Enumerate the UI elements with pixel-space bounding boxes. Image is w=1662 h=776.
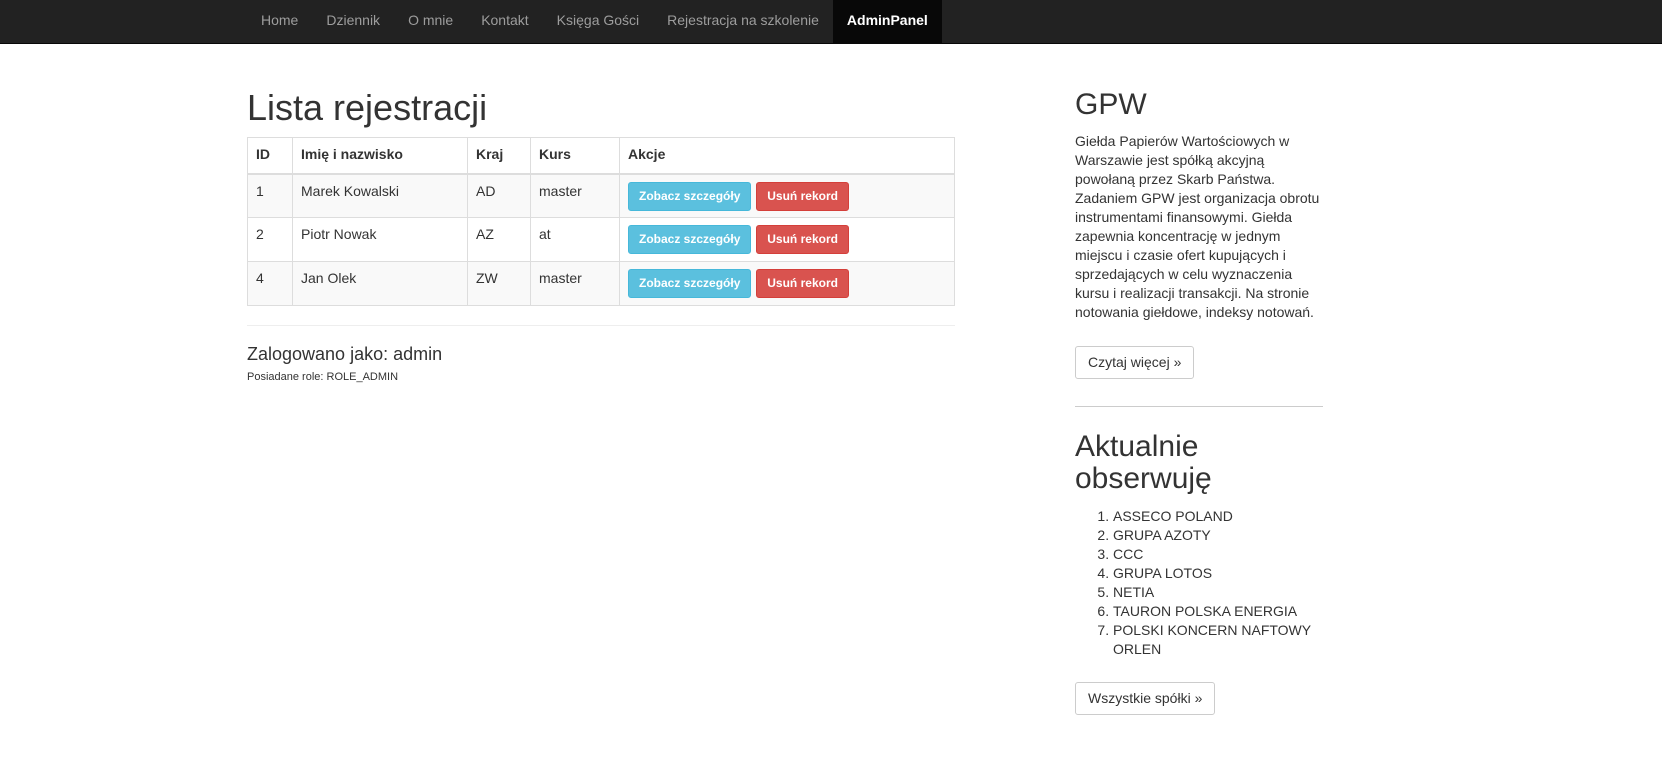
nav-menu: Home Dziennik O mnie Kontakt Księga Gośc… — [247, 0, 942, 43]
cell-name: Marek Kowalski — [292, 173, 468, 218]
cell-id: 4 — [247, 261, 293, 306]
divider — [247, 325, 955, 326]
list-item: CCC — [1113, 545, 1323, 564]
main-content: Lista rejestracji ID Imię i nazwisko Kra… — [247, 86, 955, 384]
column-header-course: Kurs — [530, 137, 620, 175]
list-item: GRUPA AZOTY — [1113, 526, 1323, 545]
list-item: TAURON POLSKA ENERGIA — [1113, 602, 1323, 621]
list-item: GRUPA LOTOS — [1113, 564, 1323, 583]
nav-item-rejestracja[interactable]: Rejestracja na szkolenie — [653, 0, 833, 43]
top-navbar: Home Dziennik O mnie Kontakt Księga Gośc… — [0, 0, 1662, 44]
table-header-row: ID Imię i nazwisko Kraj Kurs Akcje — [247, 137, 955, 175]
registrations-table: ID Imię i nazwisko Kraj Kurs Akcje 1 Mar… — [247, 137, 955, 306]
nav-item-kontakt[interactable]: Kontakt — [467, 0, 542, 43]
delete-record-button[interactable]: Usuń rekord — [756, 181, 849, 211]
logged-in-user: Zalogowano jako: admin — [247, 344, 443, 364]
cell-name: Jan Olek — [292, 261, 468, 306]
nav-item-ksiega-gosci[interactable]: Księga Gości — [543, 0, 653, 43]
list-item: ASSECO POLAND — [1113, 507, 1323, 526]
table-row: 1 Marek Kowalski AD master Zobacz szczeg… — [247, 173, 955, 218]
view-details-button[interactable]: Zobacz szczegóły — [628, 225, 752, 254]
cell-country: AD — [467, 173, 531, 218]
gpw-title: GPW — [1075, 88, 1147, 121]
cell-actions: Zobacz szczegóły Usuń rekord — [619, 261, 955, 306]
delete-record-button[interactable]: Usuń rekord — [756, 225, 849, 254]
nav-item-adminpanel[interactable]: AdminPanel — [832, 0, 942, 43]
column-header-name: Imię i nazwisko — [292, 137, 468, 175]
read-more-button[interactable]: Czytaj więcej » — [1075, 346, 1195, 379]
cell-actions: Zobacz szczegóły Usuń rekord — [619, 173, 955, 218]
view-details-button[interactable]: Zobacz szczegóły — [628, 269, 752, 298]
table-row: 4 Jan Olek ZW master Zobacz szczegóły Us… — [247, 261, 955, 306]
cell-course: master — [530, 261, 620, 306]
watchlist: ASSECO POLAND GRUPA AZOTY CCC GRUPA LOTO… — [1075, 507, 1323, 659]
cell-country: AZ — [467, 217, 531, 262]
delete-record-button[interactable]: Usuń rekord — [756, 269, 849, 298]
page-title: Lista rejestracji — [247, 87, 488, 128]
list-item: POLSKI KONCERN NAFTOWY ORLEN — [1113, 621, 1323, 659]
column-header-country: Kraj — [467, 137, 531, 175]
column-header-actions: Akcje — [619, 137, 955, 175]
all-companies-button[interactable]: Wszystkie spółki » — [1075, 682, 1216, 715]
cell-course: master — [530, 173, 620, 218]
sidebar-divider — [1075, 406, 1323, 407]
sidebar: GPW Giełda Papierów Wartościowych w Wars… — [1075, 86, 1323, 715]
cell-name: Piotr Nowak — [292, 217, 468, 262]
nav-item-o-mnie[interactable]: O mnie — [394, 0, 467, 43]
column-header-id: ID — [247, 137, 293, 175]
cell-course: at — [530, 217, 620, 262]
watchlist-title: Aktualnie obserwuję — [1075, 430, 1212, 495]
cell-id: 1 — [247, 173, 293, 218]
nav-item-home[interactable]: Home — [247, 0, 312, 43]
cell-actions: Zobacz szczegóły Usuń rekord — [619, 217, 955, 262]
list-item: NETIA — [1113, 583, 1323, 602]
gpw-description: Giełda Papierów Wartościowych w Warszawi… — [1075, 133, 1320, 320]
user-roles: Posiadane role: ROLE_ADMIN — [247, 371, 399, 383]
nav-item-dziennik[interactable]: Dziennik — [312, 0, 394, 43]
view-details-button[interactable]: Zobacz szczegóły — [628, 181, 752, 211]
table-row: 2 Piotr Nowak AZ at Zobacz szczegóły Usu… — [247, 217, 955, 262]
cell-id: 2 — [247, 217, 293, 262]
cell-country: ZW — [467, 261, 531, 306]
